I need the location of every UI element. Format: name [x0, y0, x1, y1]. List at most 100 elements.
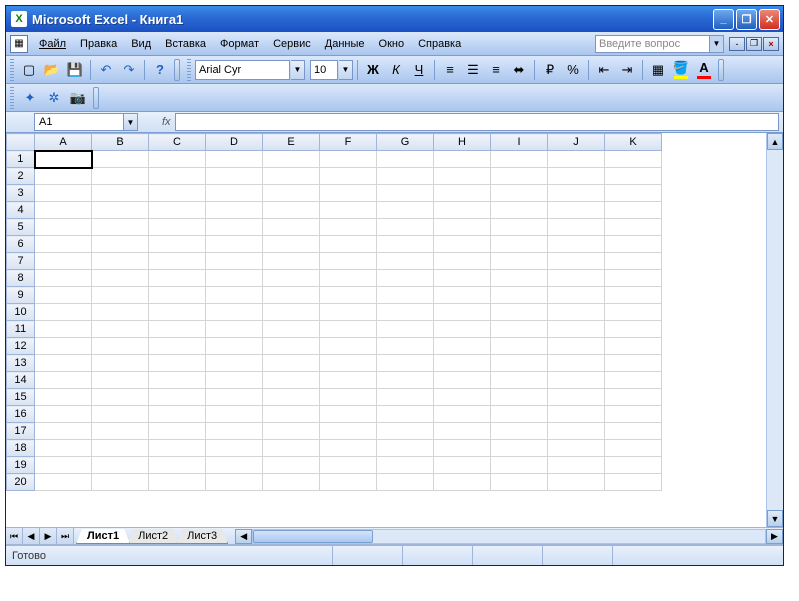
cell-I8[interactable] — [491, 270, 548, 287]
cell-K18[interactable] — [605, 440, 662, 457]
cell-A20[interactable] — [35, 474, 92, 491]
row-header-2[interactable]: 2 — [7, 168, 35, 185]
cell-I12[interactable] — [491, 338, 548, 355]
cell-E9[interactable] — [263, 287, 320, 304]
cell-K3[interactable] — [605, 185, 662, 202]
cell-H7[interactable] — [434, 253, 491, 270]
row-header-1[interactable]: 1 — [7, 151, 35, 168]
redo-icon[interactable]: ↷ — [118, 59, 140, 81]
cell-G19[interactable] — [377, 457, 434, 474]
cell-G20[interactable] — [377, 474, 434, 491]
font-size-combo[interactable]: 10 — [310, 60, 338, 80]
cell-D16[interactable] — [206, 406, 263, 423]
cell-K20[interactable] — [605, 474, 662, 491]
cell-B12[interactable] — [92, 338, 149, 355]
cell-G3[interactable] — [377, 185, 434, 202]
cell-I15[interactable] — [491, 389, 548, 406]
cell-D6[interactable] — [206, 236, 263, 253]
cell-H18[interactable] — [434, 440, 491, 457]
row-header-13[interactable]: 13 — [7, 355, 35, 372]
name-box[interactable]: A1 — [34, 113, 124, 131]
cell-G8[interactable] — [377, 270, 434, 287]
hscroll-track[interactable] — [252, 529, 766, 544]
cell-A10[interactable] — [35, 304, 92, 321]
insert-function-button[interactable]: fx — [162, 116, 171, 128]
menu-data[interactable]: Данные — [318, 36, 372, 52]
cell-E3[interactable] — [263, 185, 320, 202]
cell-A7[interactable] — [35, 253, 92, 270]
cell-J8[interactable] — [548, 270, 605, 287]
cell-B16[interactable] — [92, 406, 149, 423]
cell-G2[interactable] — [377, 168, 434, 185]
cell-E6[interactable] — [263, 236, 320, 253]
cell-E17[interactable] — [263, 423, 320, 440]
cell-J5[interactable] — [548, 219, 605, 236]
cell-J16[interactable] — [548, 406, 605, 423]
row-header-20[interactable]: 20 — [7, 474, 35, 491]
cell-D13[interactable] — [206, 355, 263, 372]
cell-I13[interactable] — [491, 355, 548, 372]
cell-A3[interactable] — [35, 185, 92, 202]
cell-I20[interactable] — [491, 474, 548, 491]
sheet-tab-1[interactable]: Лист1 — [76, 529, 130, 544]
cell-A17[interactable] — [35, 423, 92, 440]
cell-B17[interactable] — [92, 423, 149, 440]
cell-K7[interactable] — [605, 253, 662, 270]
sheet-tab-2[interactable]: Лист2 — [127, 529, 179, 544]
cell-B11[interactable] — [92, 321, 149, 338]
row-header-7[interactable]: 7 — [7, 253, 35, 270]
document-icon[interactable]: ▦ — [10, 35, 28, 53]
cell-J17[interactable] — [548, 423, 605, 440]
cell-H11[interactable] — [434, 321, 491, 338]
cell-H12[interactable] — [434, 338, 491, 355]
cell-J19[interactable] — [548, 457, 605, 474]
camera-icon[interactable]: 📷 — [67, 87, 89, 109]
cell-C9[interactable] — [149, 287, 206, 304]
cell-F12[interactable] — [320, 338, 377, 355]
cell-B4[interactable] — [92, 202, 149, 219]
cell-H15[interactable] — [434, 389, 491, 406]
cell-D5[interactable] — [206, 219, 263, 236]
cell-D9[interactable] — [206, 287, 263, 304]
cell-A13[interactable] — [35, 355, 92, 372]
sheet-first-icon[interactable]: ⏮ — [6, 528, 23, 544]
cell-D2[interactable] — [206, 168, 263, 185]
cell-K1[interactable] — [605, 151, 662, 168]
row-header-3[interactable]: 3 — [7, 185, 35, 202]
row-header-9[interactable]: 9 — [7, 287, 35, 304]
menu-tools[interactable]: Сервис — [266, 36, 318, 52]
column-header-K[interactable]: K — [605, 134, 662, 151]
research-tool2-icon[interactable]: ✲ — [43, 87, 65, 109]
cell-E7[interactable] — [263, 253, 320, 270]
column-header-E[interactable]: E — [263, 134, 320, 151]
cell-K9[interactable] — [605, 287, 662, 304]
maximize-button[interactable]: ❐ — [736, 9, 757, 30]
cell-A12[interactable] — [35, 338, 92, 355]
menu-format[interactable]: Формат — [213, 36, 266, 52]
ask-question-box[interactable]: Введите вопрос — [595, 35, 710, 53]
cell-G4[interactable] — [377, 202, 434, 219]
cell-I3[interactable] — [491, 185, 548, 202]
cell-G10[interactable] — [377, 304, 434, 321]
cell-K13[interactable] — [605, 355, 662, 372]
cell-F2[interactable] — [320, 168, 377, 185]
cell-C18[interactable] — [149, 440, 206, 457]
scroll-left-icon[interactable]: ◀ — [235, 529, 252, 544]
mdi-minimize-button[interactable]: - — [729, 37, 745, 51]
percent-icon[interactable]: % — [562, 59, 584, 81]
cell-D15[interactable] — [206, 389, 263, 406]
sheet-last-icon[interactable]: ⏭ — [57, 528, 74, 544]
cell-C7[interactable] — [149, 253, 206, 270]
cell-K17[interactable] — [605, 423, 662, 440]
cell-C1[interactable] — [149, 151, 206, 168]
cell-H14[interactable] — [434, 372, 491, 389]
hscroll-thumb[interactable] — [253, 530, 373, 543]
cell-A9[interactable] — [35, 287, 92, 304]
menu-view[interactable]: Вид — [124, 36, 158, 52]
cell-F15[interactable] — [320, 389, 377, 406]
cell-E15[interactable] — [263, 389, 320, 406]
row-header-10[interactable]: 10 — [7, 304, 35, 321]
cell-K19[interactable] — [605, 457, 662, 474]
titlebar[interactable]: X Microsoft Excel - Книга1 _ ❐ ✕ — [6, 6, 783, 32]
cell-C15[interactable] — [149, 389, 206, 406]
